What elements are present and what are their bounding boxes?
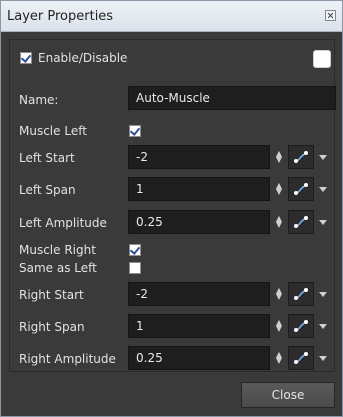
spinner-arrows-icon[interactable]: ▲ ▼ <box>272 282 286 306</box>
chevron-down-icon[interactable] <box>318 210 328 234</box>
name-field[interactable]: Auto-Muscle <box>128 86 336 110</box>
left-start-field[interactable]: -2 <box>128 145 270 169</box>
left-amplitude-field[interactable]: 0.25 <box>128 210 270 234</box>
chevron-down-icon[interactable] <box>318 282 328 306</box>
name-label: Name: <box>19 93 59 107</box>
function-curve-icon[interactable] <box>288 314 314 338</box>
function-curve-icon[interactable] <box>288 282 314 306</box>
left-amplitude-label: Left Amplitude <box>19 216 107 230</box>
muscle-left-checkbox[interactable] <box>129 125 141 137</box>
spinner-arrows-icon[interactable]: ▲ ▼ <box>272 145 286 169</box>
function-curve-icon[interactable] <box>288 177 314 201</box>
same-as-left-checkbox[interactable] <box>129 262 141 274</box>
spinner-arrows-icon[interactable]: ▲ ▼ <box>272 314 286 338</box>
right-span-field[interactable]: 1 <box>128 314 270 338</box>
function-curve-icon[interactable] <box>288 346 314 370</box>
chevron-down-icon[interactable] <box>318 346 328 370</box>
function-curve-icon[interactable] <box>288 145 314 169</box>
chevron-down-icon[interactable] <box>318 145 328 169</box>
layer-properties-window: Layer Properties Enable/Disable Name: Au… <box>0 0 343 417</box>
chevron-down-icon[interactable] <box>318 177 328 201</box>
muscle-right-checkbox[interactable] <box>129 244 141 256</box>
title-bar: Layer Properties <box>1 1 342 32</box>
right-start-label: Right Start <box>19 288 84 302</box>
right-amplitude-field[interactable]: 0.25 <box>128 346 270 370</box>
right-start-field[interactable]: -2 <box>128 282 270 306</box>
window-title: Layer Properties <box>7 9 114 24</box>
right-amplitude-label: Right Amplitude <box>19 352 116 366</box>
right-span-label: Right Span <box>19 320 85 334</box>
left-span-label: Left Span <box>19 183 76 197</box>
muscle-right-label: Muscle Right <box>19 243 96 257</box>
same-as-left-label: Same as Left <box>19 261 97 275</box>
enable-checkbox[interactable] <box>20 52 32 64</box>
properties-panel: Enable/Disable Name: Auto-Muscle Muscle … <box>9 39 336 372</box>
chevron-down-icon[interactable] <box>318 314 328 338</box>
close-button[interactable]: Close <box>241 382 335 408</box>
function-curve-icon[interactable] <box>288 210 314 234</box>
spinner-arrows-icon[interactable]: ▲ ▼ <box>272 210 286 234</box>
spinner-arrows-icon[interactable]: ▲ ▼ <box>272 346 286 370</box>
muscle-left-label: Muscle Left <box>19 124 87 138</box>
close-window-icon[interactable] <box>325 10 336 21</box>
spinner-arrows-icon[interactable]: ▲ ▼ <box>272 177 286 201</box>
left-start-label: Left Start <box>19 151 75 165</box>
enable-label: Enable/Disable <box>38 51 128 65</box>
layer-color-swatch[interactable] <box>313 50 331 68</box>
left-span-field[interactable]: 1 <box>128 177 270 201</box>
